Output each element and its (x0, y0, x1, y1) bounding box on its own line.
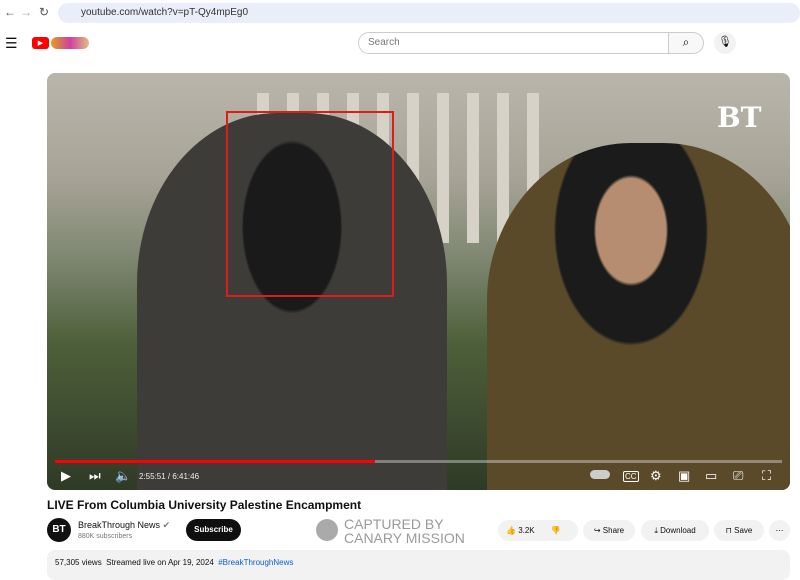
more-actions-button[interactable]: ⋯ (769, 520, 790, 541)
search-button[interactable]: ⌕ (669, 32, 704, 54)
time-display: 2:55:51 / 6:41:46 (139, 472, 200, 481)
like-dislike-group: 👍 3.2K 👎 (498, 520, 578, 541)
channel-watermark-logo: BT (717, 101, 762, 134)
doodle-logo-icon[interactable] (51, 37, 89, 49)
more-icon: ⋯ (775, 526, 784, 535)
description-box[interactable]: 57,305 views Streamed live on Apr 19, 20… (47, 550, 790, 580)
video-title: LIVE From Columbia University Palestine … (47, 498, 362, 512)
theater-mode-icon[interactable]: ▭ (705, 468, 717, 484)
channel-avatar[interactable]: BT (47, 518, 71, 542)
browser-toolbar: ← → ↻ youtube.com/watch?v=pT-Qy4mpEg0 (0, 0, 800, 26)
next-icon[interactable]: ⏭ (89, 468, 101, 484)
search-input[interactable]: Search (358, 32, 669, 54)
back-icon[interactable]: ← (4, 5, 16, 19)
download-button[interactable]: ⤓ Download (641, 520, 709, 541)
interviewer (487, 143, 790, 490)
menu-icon[interactable]: ☰ (5, 35, 18, 52)
cast-icon[interactable]: ⎚ (733, 468, 743, 484)
forward-icon[interactable]: → (20, 5, 32, 19)
bookmark-icon: ⊓ (725, 526, 732, 535)
reload-icon[interactable]: ↻ (39, 5, 49, 19)
share-button[interactable]: ↪ Share (583, 520, 635, 541)
face-highlight-box (226, 111, 394, 297)
voice-search-button[interactable]: 🎙 (714, 32, 736, 54)
share-icon: ↪ (593, 526, 601, 535)
subscribe-button[interactable]: Subscribe (186, 519, 241, 541)
captions-icon[interactable]: CC (623, 471, 639, 482)
hashtag-link[interactable]: #BreakThroughNews (218, 558, 293, 567)
dislike-button[interactable]: 👎 (551, 526, 561, 535)
canary-mission-logo-icon (316, 519, 338, 541)
volume-icon[interactable]: 🔈 (115, 468, 131, 484)
search-icon: ⌕ (682, 35, 690, 49)
video-player[interactable]: BT ▶ ⏭ 🔈 2:55:51 / 6:41:46 CC ⚙ ▣ ▭ ⎚ ⛶ (47, 73, 790, 490)
subscriber-count: 880K subscribers (78, 533, 133, 540)
mic-icon: 🎙 (718, 36, 732, 48)
save-button[interactable]: ⊓ Save (714, 520, 764, 541)
view-count: 57,305 views (55, 558, 102, 567)
youtube-logo-icon[interactable]: ▶ (32, 37, 49, 49)
settings-icon[interactable]: ⚙ (650, 468, 662, 484)
url-text: youtube.com/watch?v=pT-Qy4mpEg0 (81, 7, 249, 18)
stream-date: Streamed live on Apr 19, 2024 (106, 558, 214, 567)
autoplay-toggle[interactable] (590, 470, 610, 479)
fullscreen-icon[interactable]: ⛶ (762, 468, 771, 484)
play-icon[interactable]: ▶ (61, 468, 71, 484)
canary-mission-watermark: CAPTURED BY CANARY MISSION (344, 516, 465, 546)
miniplayer-icon[interactable]: ▣ (678, 468, 690, 484)
like-button[interactable]: 👍 3.2K (506, 526, 535, 535)
verified-icon: ✔ (162, 520, 171, 530)
channel-name[interactable]: BreakThrough News ✔ (78, 520, 170, 531)
progress-bar[interactable] (55, 460, 782, 463)
progress-fill (55, 460, 375, 463)
download-icon: ⤓ (654, 526, 658, 535)
address-bar[interactable]: youtube.com/watch?v=pT-Qy4mpEg0 (58, 3, 800, 23)
